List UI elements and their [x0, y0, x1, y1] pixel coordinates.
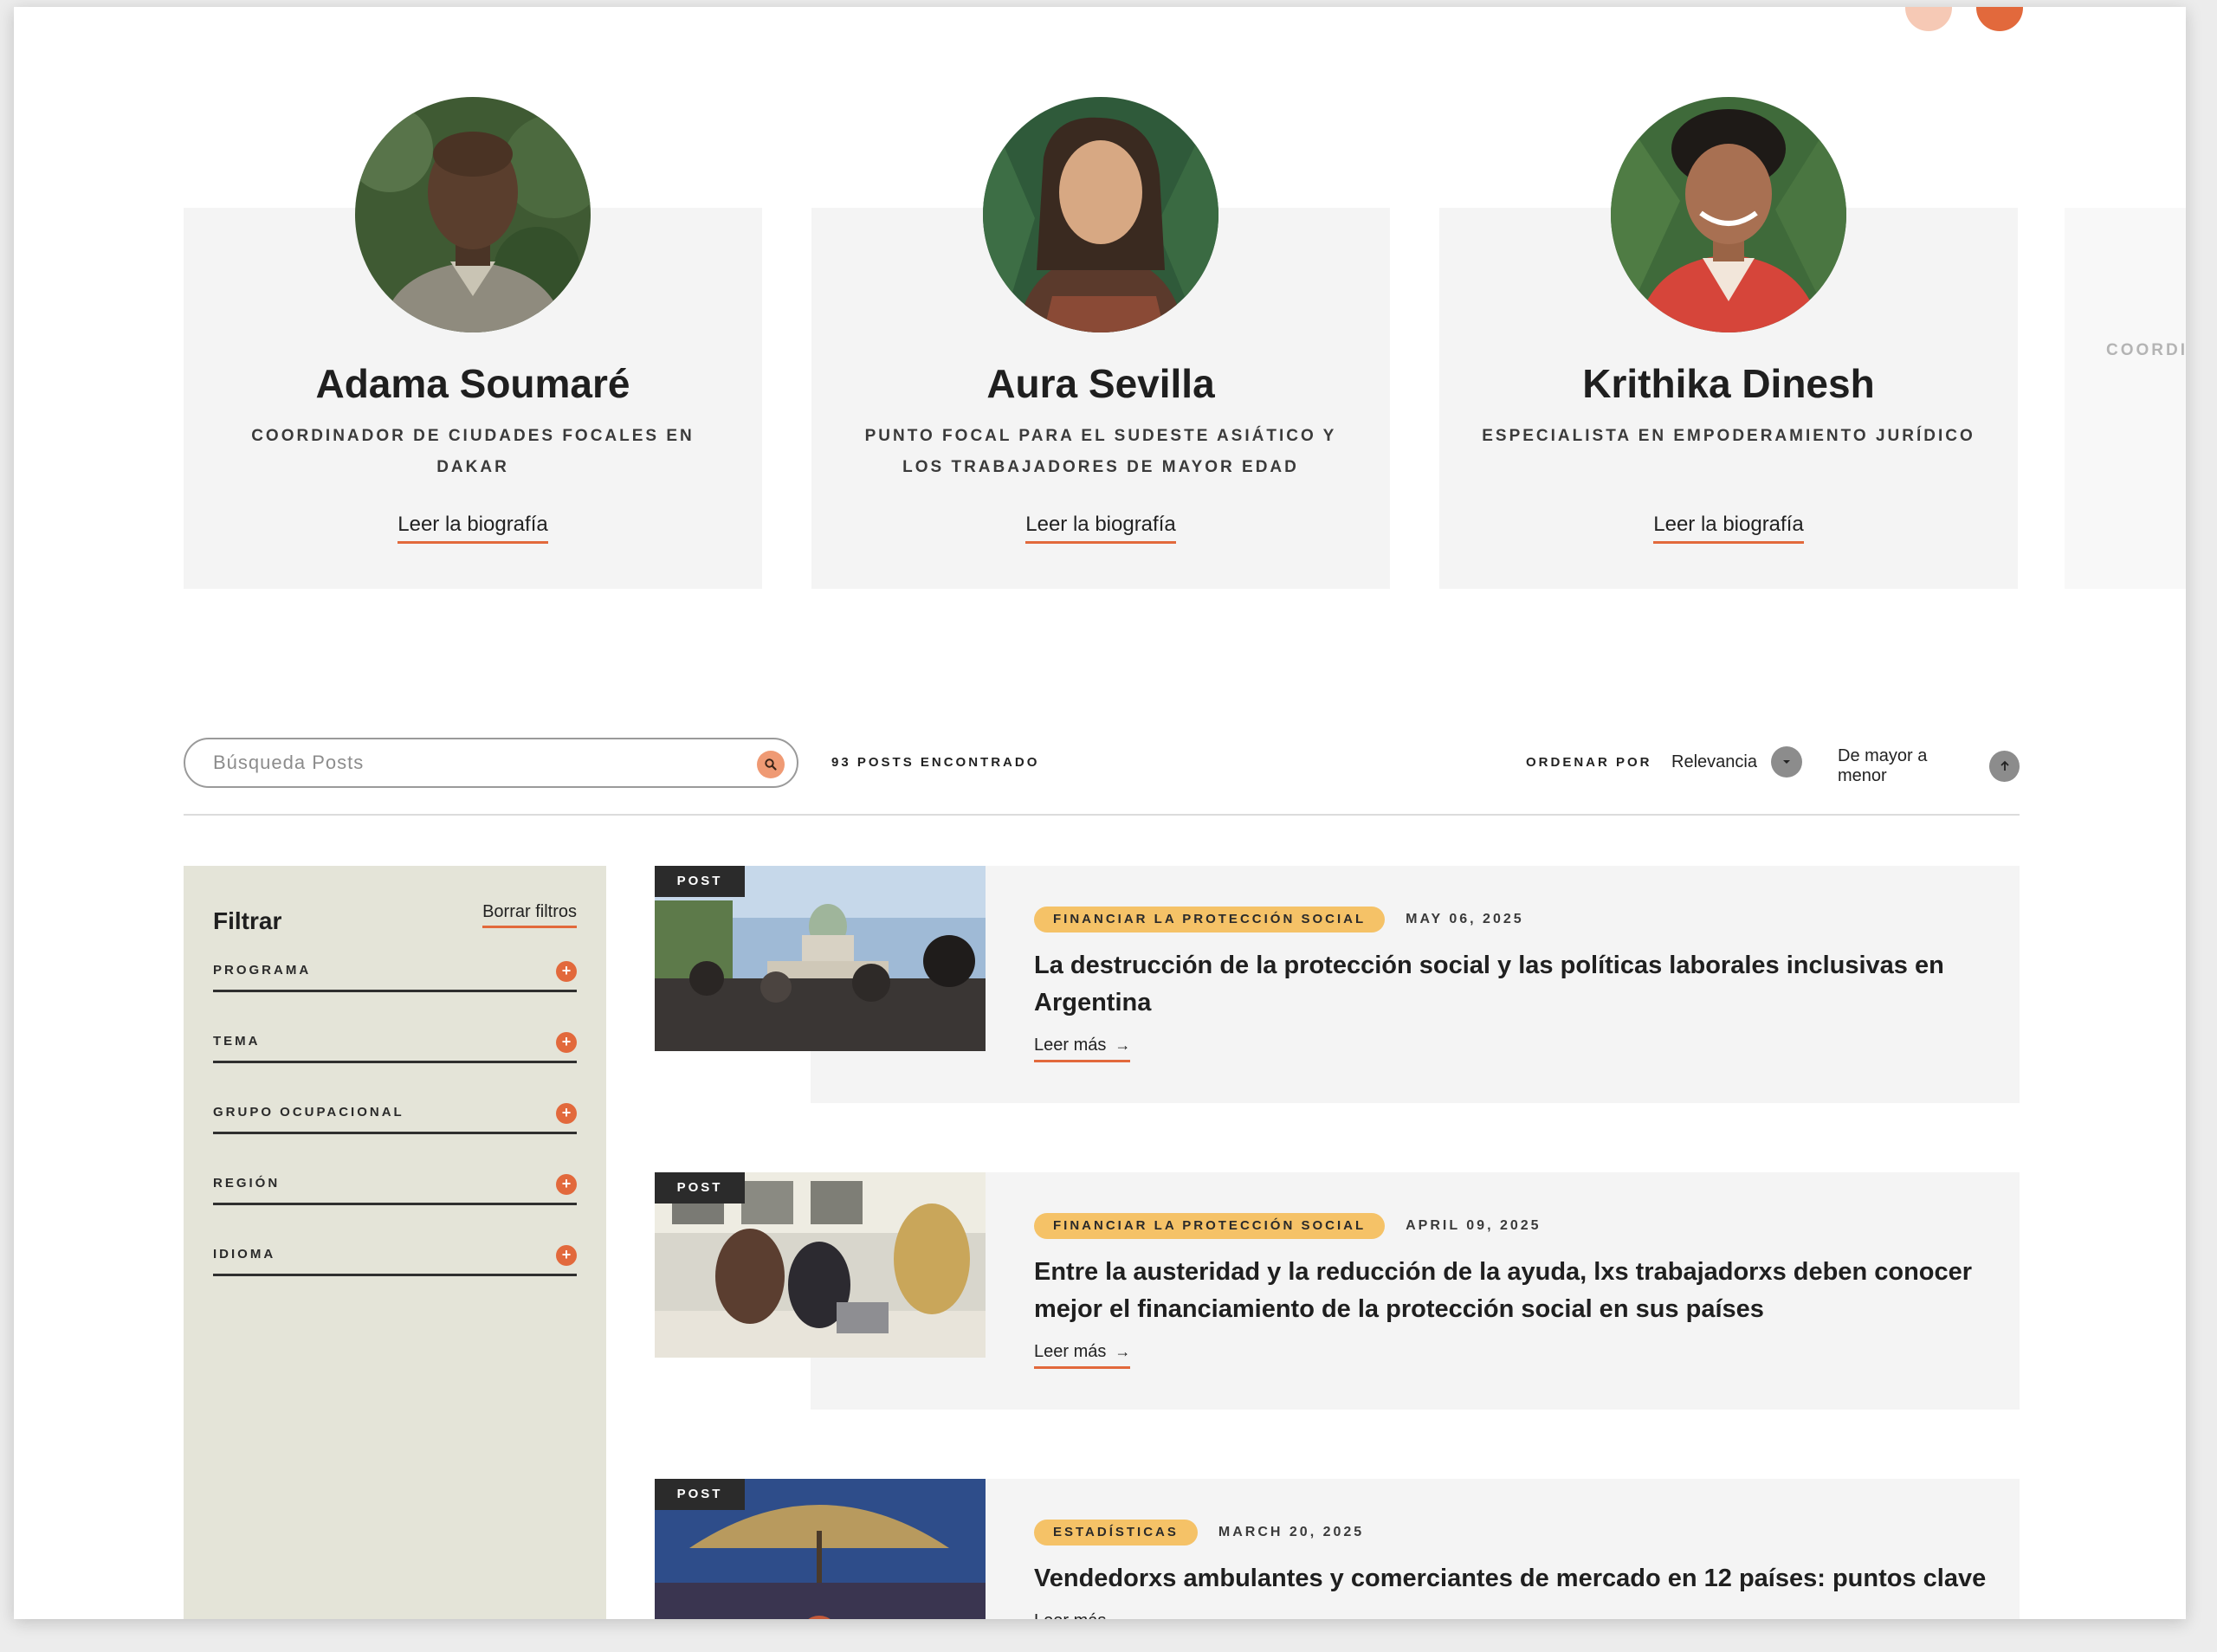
chevron-down-icon: [1770, 746, 1802, 778]
search-box: [184, 738, 798, 788]
post-image[interactable]: POST: [655, 1172, 986, 1358]
filter-grupo-ocupacional[interactable]: GRUPO OCUPACIONAL +: [213, 1100, 577, 1134]
sort-by-select[interactable]: Relevancia: [1671, 746, 1802, 778]
arrow-up-icon: [1989, 751, 2020, 782]
post-date: APRIL 09, 2025: [1406, 1218, 1542, 1233]
carousel-controls: [1905, 7, 2023, 31]
read-more-label: Leer más: [1034, 1036, 1107, 1055]
divider: [184, 814, 2020, 816]
filter-region[interactable]: REGIÓN +: [213, 1171, 577, 1205]
read-bio-link[interactable]: Leer la biografía: [398, 513, 548, 544]
next-person-role-partial: COORDI: [2106, 341, 2186, 359]
filter-title: Filtrar: [213, 907, 282, 934]
avatar: [983, 97, 1218, 332]
plus-icon: +: [556, 1174, 577, 1195]
read-more-link[interactable]: Leer más →: [1034, 1342, 1131, 1369]
search-toolbar: 93 POSTS ENCONTRADO ORDENAR POR Relevanc…: [184, 738, 2020, 790]
read-more-label: Leer más: [1034, 1611, 1106, 1619]
post-card: POST FINANCIAR LA PROTECCIÓN SOCIAL APRI…: [655, 1172, 2020, 1410]
arrow-right-icon: →: [1115, 1612, 1130, 1619]
post-date: MAY 06, 2025: [1406, 912, 1524, 926]
post-title[interactable]: Entre la austeridad y la reducción de la…: [1034, 1254, 1987, 1328]
search-icon[interactable]: [757, 751, 785, 778]
post-title[interactable]: La destrucción de la protección social y…: [1034, 947, 1987, 1022]
clear-filters-link[interactable]: Borrar filtros: [482, 902, 577, 928]
sort-order-select[interactable]: De mayor a menor: [1838, 746, 2020, 786]
read-bio-link[interactable]: Leer la biografía: [1653, 513, 1804, 544]
filter-panel: Filtrar Borrar filtros PROGRAMA + TEMA +…: [184, 866, 606, 1619]
category-badge[interactable]: FINANCIAR LA PROTECCIÓN SOCIAL: [1034, 1213, 1386, 1239]
person-name: Krithika Dinesh: [1582, 361, 1875, 406]
read-more-link[interactable]: Leer más →: [1034, 1036, 1131, 1062]
read-more-link[interactable]: Leer más →: [1034, 1611, 1130, 1619]
post-title[interactable]: Vendedorxs ambulantes y comerciantes de …: [1034, 1560, 1987, 1597]
sort-label: ORDENAR POR: [1526, 755, 1652, 770]
person-name: Adama Soumaré: [315, 361, 630, 406]
carousel-next-button[interactable]: [1976, 7, 2023, 31]
post-type-tag: POST: [655, 1479, 745, 1510]
filter-idioma[interactable]: IDIOMA +: [213, 1242, 577, 1276]
person-card: Adama Soumaré COORDINADOR DE CIUDADES FO…: [184, 90, 762, 589]
person-name: Aura Sevilla: [986, 361, 1215, 406]
person-role: ESPECIALISTA EN EMPODERAMIENTO JURÍDICO: [1482, 427, 1975, 445]
person-role: PUNTO FOCAL PARA EL SUDESTE ASIÁTICO Y L…: [864, 427, 1337, 476]
filter-label: REGIÓN: [213, 1176, 281, 1191]
filter-tema[interactable]: TEMA +: [213, 1029, 577, 1063]
search-input[interactable]: [213, 748, 724, 778]
sort-order-value: De mayor a menor: [1838, 746, 1928, 785]
next-person-card-partial: [2065, 208, 2186, 589]
arrow-right-icon: →: [1115, 1036, 1131, 1054]
plus-icon: +: [556, 1032, 577, 1053]
filter-label: PROGRAMA: [213, 963, 312, 978]
person-card: Aura Sevilla PUNTO FOCAL PARA EL SUDESTE…: [811, 90, 1390, 589]
post-image[interactable]: POST: [655, 1479, 986, 1619]
plus-icon: +: [556, 961, 577, 982]
plus-icon: +: [556, 1103, 577, 1124]
avatar: [355, 97, 591, 332]
post-card: POST FINANCIAR LA PROTECCIÓN SOCIAL MAY …: [655, 866, 2020, 1103]
read-more-label: Leer más: [1034, 1342, 1107, 1361]
browser-page: Adama Soumaré COORDINADOR DE CIUDADES FO…: [14, 7, 2186, 1619]
post-image[interactable]: POST: [655, 866, 986, 1051]
filter-label: TEMA: [213, 1034, 261, 1049]
post-date: MARCH 20, 2025: [1218, 1525, 1365, 1539]
carousel-prev-button[interactable]: [1905, 7, 1952, 31]
avatar: [1611, 97, 1846, 332]
category-badge[interactable]: FINANCIAR LA PROTECCIÓN SOCIAL: [1034, 907, 1386, 932]
team-carousel: Adama Soumaré COORDINADOR DE CIUDADES FO…: [184, 90, 2018, 589]
sort-by-value: Relevancia: [1671, 752, 1757, 771]
plus-icon: +: [556, 1245, 577, 1266]
person-card: Krithika Dinesh ESPECIALISTA EN EMPODERA…: [1439, 90, 2018, 589]
filter-label: IDIOMA: [213, 1247, 276, 1262]
arrow-right-icon: →: [1115, 1343, 1131, 1360]
filter-label: GRUPO OCUPACIONAL: [213, 1105, 404, 1120]
category-badge[interactable]: ESTADÍSTICAS: [1034, 1520, 1198, 1546]
posts-count: 93 POSTS ENCONTRADO: [831, 755, 1040, 770]
person-role: COORDINADOR DE CIUDADES FOCALES EN DAKAR: [251, 427, 695, 476]
filter-programa[interactable]: PROGRAMA +: [213, 958, 577, 992]
post-type-tag: POST: [655, 866, 745, 897]
read-bio-link[interactable]: Leer la biografía: [1025, 513, 1176, 544]
post-type-tag: POST: [655, 1172, 745, 1204]
post-card: POST ESTADÍSTICAS MARCH 20, 2025 Vendedo…: [655, 1479, 2020, 1619]
